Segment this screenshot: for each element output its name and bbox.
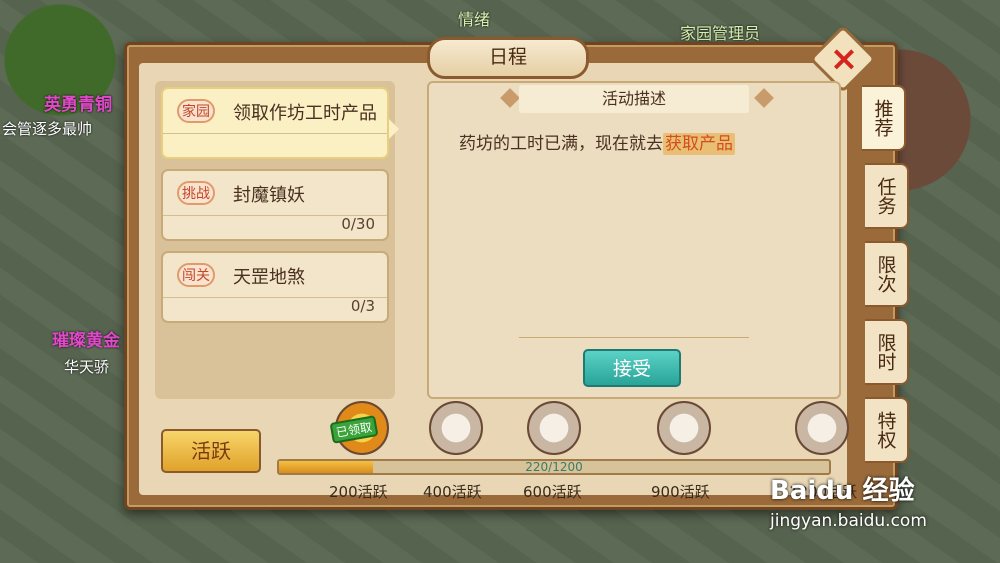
task-item-stage[interactable]: 闯关 天罡地煞 0/3: [161, 251, 389, 323]
progress-text: 220/1200: [525, 460, 583, 474]
dialog-title: 日程: [427, 37, 589, 79]
task-count: 0/30: [341, 215, 375, 233]
description-text: 药坊的工时已满，现在就去 获取产品: [459, 129, 735, 155]
task-name: 天罡地煞: [233, 267, 305, 288]
close-icon[interactable]: ×: [824, 39, 864, 79]
task-tag: 闯关: [177, 263, 215, 287]
baidu-logo: Baidu 经验: [770, 476, 915, 506]
player2-subtitle: 华天骄: [64, 358, 110, 376]
description-divider: [519, 337, 749, 338]
task-tag: 挑战: [177, 181, 215, 205]
player2-name[interactable]: 璀璨黄金: [52, 326, 120, 351]
task-divider: [163, 133, 387, 134]
emotion-label: 情绪: [458, 10, 491, 29]
selected-task-pointer: [389, 119, 399, 139]
task-count: 0/3: [350, 297, 375, 315]
milestone-label: 600活跃: [523, 483, 582, 501]
activity-button[interactable]: 活跃: [161, 429, 261, 473]
chest-600-icon[interactable]: [527, 401, 581, 455]
watermark-url: jingyan.baidu.com: [770, 511, 927, 531]
home-manager-label[interactable]: 家园管理员: [680, 20, 760, 44]
milestone-label: 900活跃: [651, 483, 710, 501]
ornament-left-icon: [500, 88, 520, 108]
milestone-label: 400活跃: [423, 483, 482, 501]
tab-privilege[interactable]: 特权: [865, 397, 909, 463]
tab-limited-time[interactable]: 限时: [865, 319, 909, 385]
task-tag: 家园: [177, 99, 215, 123]
tab-limited-times[interactable]: 限次: [865, 241, 909, 307]
tab-tasks[interactable]: 任务: [865, 163, 909, 229]
task-name: 封魔镇妖: [233, 185, 305, 206]
chest-400-icon[interactable]: [429, 401, 483, 455]
activity-progress-bar: 220/1200: [277, 459, 831, 475]
baidu-watermark: Baidu 经验 jingyan.baidu.com: [770, 470, 927, 531]
schedule-dialog: 日程 × 家园 领取作坊工时产品 挑战 封魔镇妖 0/30 闯关 天罡地煞 0/…: [124, 25, 909, 510]
description-prefix: 药坊的工时已满，现在就去: [459, 134, 663, 154]
ornament-right-icon: [754, 88, 774, 108]
player1-name[interactable]: 英勇青铜: [44, 90, 112, 115]
task-name: 领取作坊工时产品: [233, 103, 377, 124]
milestone-label: 200活跃: [329, 483, 388, 501]
task-item-challenge[interactable]: 挑战 封魔镇妖 0/30: [161, 169, 389, 241]
accept-button[interactable]: 接受: [583, 349, 681, 387]
task-list: 家园 领取作坊工时产品 挑战 封魔镇妖 0/30 闯关 天罡地煞 0/3: [155, 81, 395, 399]
chest-1200-icon[interactable]: [795, 401, 849, 455]
chest-900-icon[interactable]: [657, 401, 711, 455]
player1-subtitle: 会管逐多最帅: [2, 120, 93, 138]
task-item-home[interactable]: 家园 领取作坊工时产品: [161, 87, 389, 159]
tab-recommend[interactable]: 推荐: [862, 85, 906, 151]
description-title: 活动描述: [519, 85, 749, 113]
get-product-link[interactable]: 获取产品: [663, 133, 735, 155]
description-panel: 活动描述 药坊的工时已满，现在就去 获取产品 接受: [427, 81, 841, 399]
